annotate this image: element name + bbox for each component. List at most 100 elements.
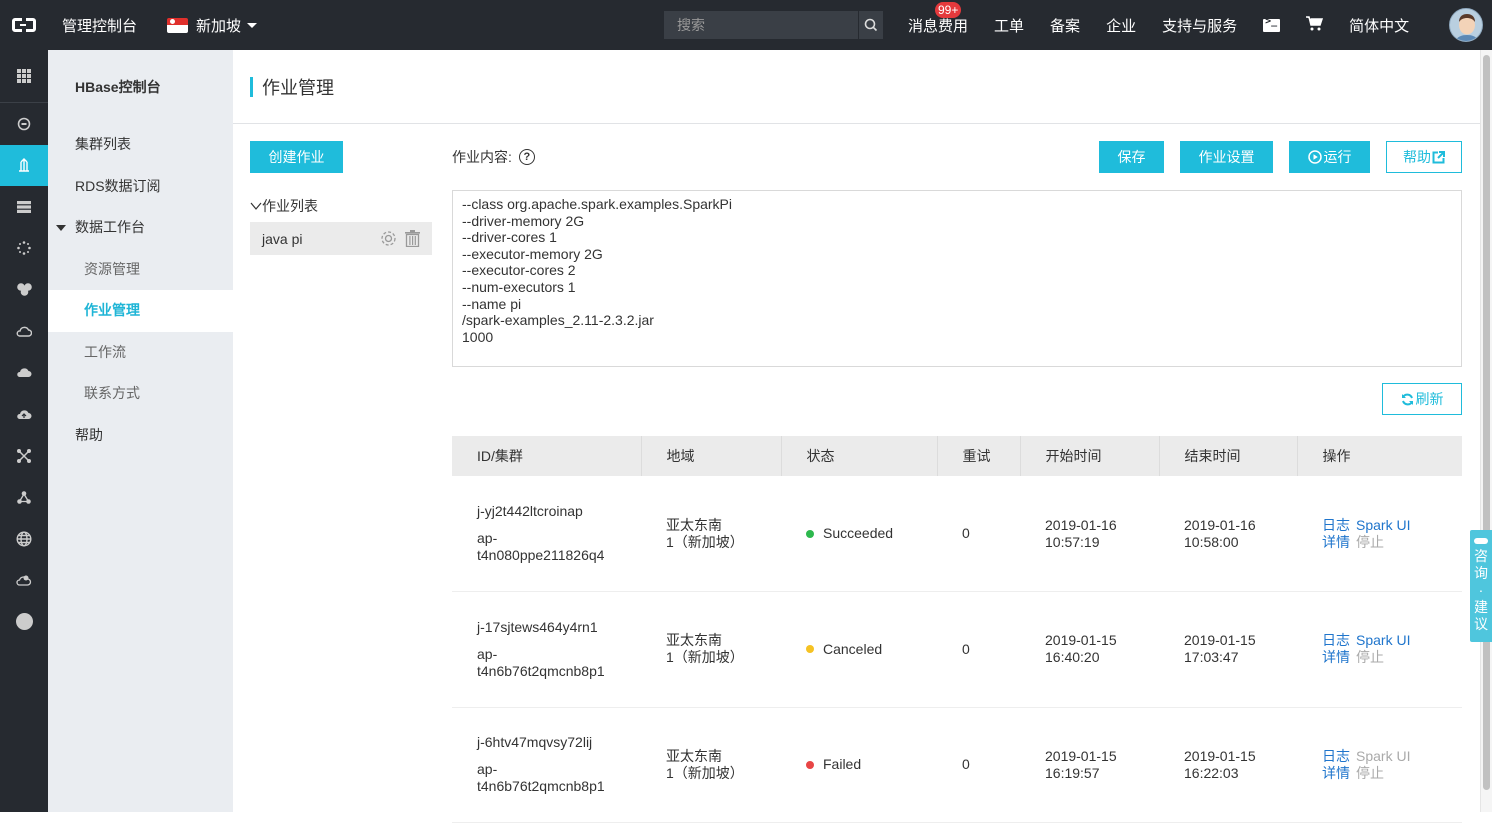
server-icon	[17, 200, 31, 213]
sidebar-item-contacts[interactable]: 联系方式	[48, 373, 233, 415]
product-rail	[0, 50, 48, 812]
nav-messages[interactable]: 消息 99+	[908, 1, 962, 36]
rail-nodes[interactable]	[0, 477, 48, 519]
cloud-outline-icon	[16, 326, 32, 337]
title-accent-bar	[250, 76, 253, 97]
help-button[interactable]: 帮助	[1386, 141, 1462, 173]
sidebar-item-jobs[interactable]: 作业管理	[48, 290, 233, 332]
nav-billing[interactable]: 费用	[938, 15, 968, 36]
console-home-link[interactable]: 管理控制台	[62, 15, 137, 36]
sidebar-item-rds-subscription[interactable]: RDS数据订阅	[48, 166, 233, 208]
sidebar-item-help[interactable]: 帮助	[48, 415, 233, 457]
cell-retry: 0	[937, 707, 1020, 823]
rail-network[interactable]	[0, 435, 48, 477]
region-line2: 1（新加坡）	[666, 533, 744, 550]
start-time: 16:19:57	[1045, 764, 1100, 781]
col-retry[interactable]: 重试	[937, 436, 1021, 476]
stop-link-disabled: 停止	[1356, 649, 1384, 666]
status-dot-icon	[806, 760, 814, 769]
page-title: 作业管理	[262, 77, 334, 98]
col-id-cluster[interactable]: ID/集群	[452, 436, 642, 476]
job-settings-button[interactable]: 作业设置	[1180, 141, 1273, 173]
nav-enterprise[interactable]: 企业	[1106, 15, 1136, 36]
aliyun-logo[interactable]	[0, 0, 48, 50]
cell-start-time: 2019-01-15 16:19:57	[1020, 707, 1159, 823]
end-time: 16:22:03	[1184, 764, 1239, 781]
job-content-editor[interactable]: --class org.apache.spark.examples.SparkP…	[452, 190, 1462, 367]
refresh-label: 刷新	[1415, 391, 1444, 407]
cell-id-cluster: j-17sjtews464y4rn1 ap- t4n6b76t2qmcnb8p1	[452, 591, 641, 708]
col-start-time[interactable]: 开始时间	[1020, 436, 1160, 476]
question-icon[interactable]: ?	[518, 149, 535, 165]
cell-id-cluster: j-yj2t442ltcroinap ap- t4n080ppe211826q4	[452, 476, 641, 592]
nav-icp[interactable]: 备案	[1050, 15, 1080, 36]
spark-ui-link-disabled: Spark UI	[1356, 747, 1411, 764]
log-link[interactable]: 日志	[1322, 517, 1350, 533]
sidebar-item-data-workbench[interactable]: 数据工作台	[48, 207, 233, 249]
refresh-button[interactable]: 刷新	[1382, 383, 1462, 415]
rail-cluster[interactable]	[0, 269, 48, 311]
cluster-id-part2: t4n6b76t2qmcnb8p1	[477, 778, 605, 795]
rail-dots[interactable]	[0, 228, 48, 270]
sidebar-item-clusters[interactable]: 集群列表	[48, 124, 233, 166]
rail-cloud[interactable]	[0, 311, 48, 353]
spark-ui-link[interactable]: Spark UI	[1356, 632, 1410, 648]
cell-status: Succeeded	[781, 476, 937, 592]
col-end-time[interactable]: 结束时间	[1159, 436, 1298, 476]
search-input[interactable]	[664, 11, 858, 39]
feedback-tab[interactable]: 咨 询 · 建 议	[1470, 530, 1492, 642]
job-list-toggle[interactable]: 作业列表	[250, 196, 318, 216]
save-button[interactable]: 保存	[1099, 141, 1164, 173]
trash-icon[interactable]	[405, 230, 420, 247]
rail-server[interactable]	[0, 186, 48, 228]
spark-ui-link[interactable]: Spark UI	[1356, 517, 1410, 533]
sidebar-title: HBase控制台	[75, 79, 161, 95]
rail-hbase[interactable]	[0, 144, 48, 186]
region-selector[interactable]: 新加坡	[167, 15, 258, 36]
job-list-item[interactable]: java pi	[250, 222, 432, 255]
rail-cloud-network[interactable]	[0, 352, 48, 394]
language-selector[interactable]: 简体中文	[1349, 15, 1409, 36]
cloud-shell-button[interactable]	[1263, 16, 1281, 32]
detail-link[interactable]: 详情	[1322, 765, 1350, 781]
rail-globe[interactable]	[0, 518, 48, 560]
nav-support[interactable]: 支持与服务	[1162, 15, 1237, 36]
scrollbar-thumb[interactable]	[1483, 55, 1490, 790]
region-line2: 1（新加坡）	[666, 649, 744, 666]
log-link[interactable]: 日志	[1322, 748, 1350, 764]
sidebar-item-workflow[interactable]: 工作流	[48, 332, 233, 374]
nav-tickets[interactable]: 工单	[994, 15, 1024, 36]
cluster-id-part1: ap-	[477, 761, 498, 778]
start-date: 2019-01-15	[1045, 632, 1117, 649]
log-link[interactable]: 日志	[1322, 632, 1350, 648]
cluster-id-part2: t4n080ppe211826q4	[477, 547, 605, 563]
col-region[interactable]: 地域	[641, 436, 782, 476]
region-line1: 亚太东南	[666, 516, 722, 533]
run-button[interactable]: 运行	[1289, 141, 1370, 173]
rail-search[interactable]	[0, 103, 48, 145]
gear-icon[interactable]	[380, 230, 397, 247]
rail-circle[interactable]	[0, 601, 48, 643]
product-sidebar: HBase控制台 集群列表 RDS数据订阅 数据工作台 资源管理 作业管理 工作…	[48, 50, 233, 812]
page-scrollbar[interactable]	[1480, 50, 1492, 812]
user-avatar[interactable]	[1449, 8, 1483, 42]
job-name: java pi	[262, 230, 303, 247]
cell-actions: 日志 Spark UI 详情 停止	[1297, 707, 1462, 823]
col-status[interactable]: 状态	[781, 436, 938, 476]
feedback-char: 咨	[1474, 548, 1488, 564]
search-button[interactable]	[858, 11, 883, 39]
rail-apps[interactable]	[0, 50, 48, 103]
status-badge: Succeeded	[823, 525, 894, 541]
cart-button[interactable]	[1306, 15, 1324, 35]
rail-cloud-upload[interactable]	[0, 394, 48, 436]
detail-link[interactable]: 详情	[1322, 649, 1350, 665]
dots-ring-icon	[17, 241, 31, 256]
start-time: 10:57:19	[1045, 533, 1100, 550]
apps-grid-icon	[17, 69, 31, 83]
cell-id-cluster: j-6htv47mqvsy72lij ap- t4n6b76t2qmcnb8p1	[452, 707, 641, 823]
status-dot-icon	[806, 529, 814, 538]
sidebar-item-resources[interactable]: 资源管理	[48, 249, 233, 291]
rail-cloud-gear[interactable]	[0, 560, 48, 602]
detail-link[interactable]: 详情	[1322, 534, 1350, 550]
create-job-button[interactable]: 创建作业	[250, 141, 343, 173]
